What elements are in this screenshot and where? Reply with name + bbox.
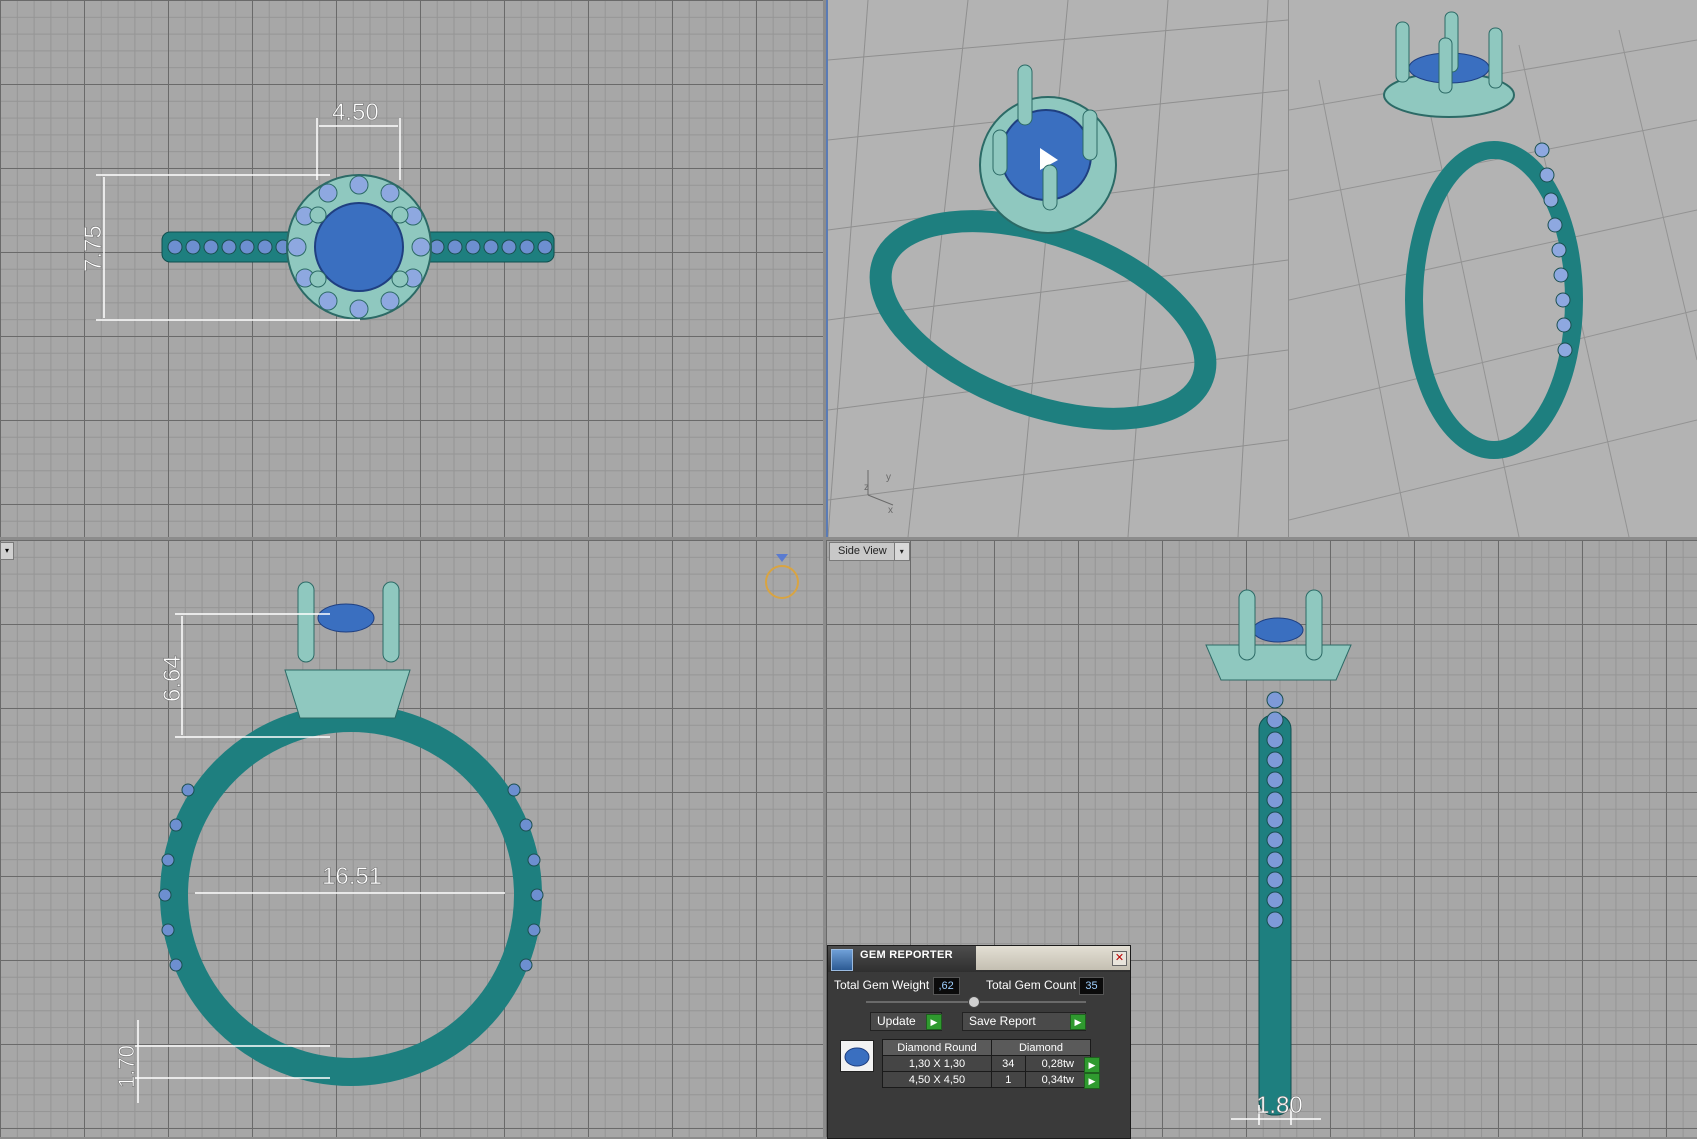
viewport-perspective[interactable]: x y z (826, 0, 1288, 537)
update-label: Update (877, 1014, 916, 1028)
perspective-canvas: x y z (828, 0, 1288, 537)
chevron-down-icon[interactable]: ▾ (893, 543, 909, 560)
save-report-label: Save Report (969, 1014, 1036, 1028)
gem-reporter-titlebar[interactable]: GEM REPORTER ✕ (828, 946, 1130, 972)
gem-size: 1,30 X 1,30 (882, 1055, 992, 1072)
gem-weight: 0,34tw (1024, 1071, 1092, 1088)
top-view-canvas: 4.50 7.75 (80, 99, 555, 321)
total-weight-label: Total Gem Weight (834, 978, 930, 992)
dim-inner-label: 16.51 (322, 863, 382, 890)
dim-width-label-side: 1.80 (1256, 1092, 1303, 1119)
total-weight-row: Total Gem Weight ,62 (834, 976, 960, 995)
total-count-row: Total Gem Count 35 (986, 976, 1104, 995)
gem-reporter-slider[interactable] (866, 996, 1086, 1008)
gem-reporter-icon (831, 949, 853, 971)
close-icon[interactable]: ✕ (1112, 951, 1127, 966)
total-weight-value: ,62 (932, 977, 960, 995)
view-gem-icon (776, 554, 788, 562)
viewport-perspective-2[interactable] (1289, 0, 1697, 537)
view-ring-icon[interactable] (765, 565, 799, 599)
gem-count: 1 (991, 1071, 1026, 1088)
dim-head-label: 6.64 (159, 655, 186, 702)
dim-width-label: 4.50 (332, 99, 379, 126)
dim-height-label: 7.75 (80, 225, 107, 272)
gem-table: Diamond Round Diamond 1,30 X 1,30 34 0,2… (882, 1039, 1092, 1088)
viewport-front[interactable]: ▾ 6.64 16.51 1.70 (0, 540, 823, 1137)
gem-weight: 0,28tw (1024, 1055, 1092, 1072)
dim-shank-label: 1.70 (114, 1045, 139, 1088)
play-icon[interactable]: ▶ (1070, 1014, 1086, 1030)
axis-z-label: z (864, 482, 869, 493)
viewport-view-label: Side View (838, 545, 887, 557)
play-icon[interactable]: ▶ (1084, 1073, 1100, 1089)
total-count-value: 35 (1079, 977, 1104, 995)
total-count-label: Total Gem Count (986, 978, 1077, 992)
update-button[interactable]: Update ▶ (870, 1012, 942, 1031)
axis-x-label: x (888, 505, 893, 516)
gem-table-header: Diamond Round Diamond (882, 1039, 1091, 1056)
perspective2-canvas (1289, 11, 1697, 537)
save-report-button[interactable]: Save Report ▶ (962, 1012, 1086, 1031)
header-type: Diamond (991, 1039, 1091, 1056)
viewport-view-selector[interactable]: Side View ▾ (829, 542, 910, 561)
gem-reporter-panel: GEM REPORTER ✕ Total Gem Weight ,62 Tota… (827, 945, 1131, 1139)
axis-y-label: y (886, 472, 891, 483)
titlebar-drag-area[interactable] (976, 946, 1130, 970)
gem-shape-thumbnail[interactable] (840, 1040, 874, 1072)
table-row[interactable]: 1,30 X 1,30 34 0,28tw (882, 1055, 1092, 1072)
play-icon[interactable]: ▶ (1084, 1057, 1100, 1073)
table-row[interactable]: 4,50 X 4,50 1 0,34tw (882, 1071, 1092, 1088)
gem-reporter-title: GEM REPORTER (860, 949, 953, 961)
slider-knob[interactable] (968, 996, 980, 1008)
header-shape: Diamond Round (882, 1039, 992, 1056)
viewport-top[interactable]: 4.50 7.75 (0, 0, 823, 537)
front-view-canvas: 6.64 16.51 1.70 (114, 554, 799, 1103)
play-icon[interactable]: ▶ (926, 1014, 942, 1030)
gem-count: 34 (991, 1055, 1026, 1072)
gem-size: 4,50 X 4,50 (882, 1071, 992, 1088)
